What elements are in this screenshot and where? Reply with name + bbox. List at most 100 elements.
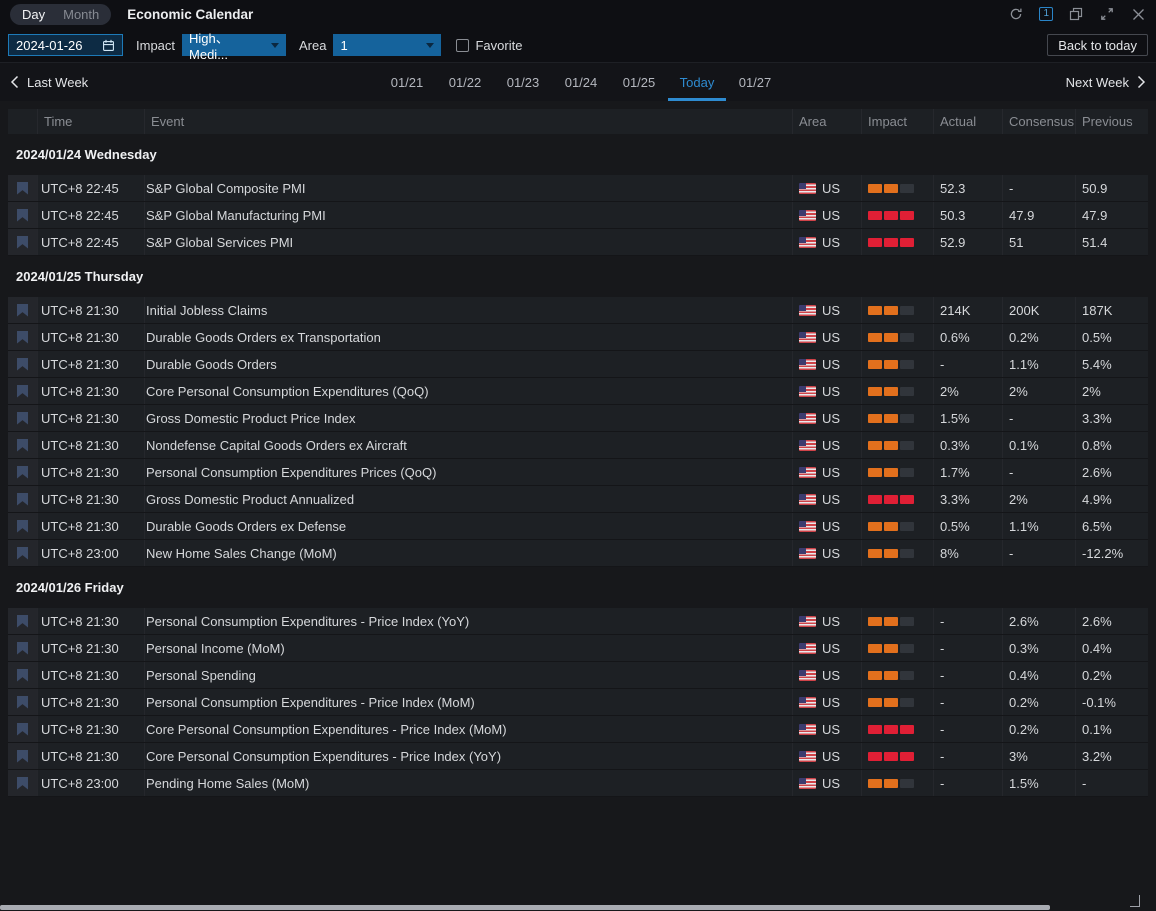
favorite-checkbox[interactable] <box>456 39 469 52</box>
bookmark-icon[interactable] <box>17 615 28 628</box>
day-tab-01-25[interactable]: 01/25 <box>610 63 668 101</box>
event-row[interactable]: UTC+8 23:00Pending Home Sales (MoM)US-1.… <box>8 770 1148 797</box>
impact-bar <box>868 414 882 423</box>
bookmark-cell <box>8 324 38 350</box>
event-row[interactable]: UTC+8 21:30Durable Goods OrdersUS-1.1%5.… <box>8 351 1148 378</box>
bookmark-icon[interactable] <box>17 304 28 317</box>
back-to-today-button[interactable]: Back to today <box>1047 34 1148 56</box>
date-picker[interactable]: 2024-01-26 <box>8 34 123 56</box>
area-dropdown[interactable]: 1 <box>333 34 441 56</box>
event-row[interactable]: UTC+8 21:30Personal Consumption Expendit… <box>8 459 1148 486</box>
impact-bar <box>868 644 882 653</box>
day-tab-01-24[interactable]: 01/24 <box>552 63 610 101</box>
day-tab-today[interactable]: Today <box>668 63 726 101</box>
table-body: 2024/01/24 WednesdayUTC+8 22:45S&P Globa… <box>8 134 1148 797</box>
impact-bar <box>884 617 898 626</box>
event-row[interactable]: UTC+8 22:45S&P Global Services PMIUS52.9… <box>8 229 1148 256</box>
us-flag-icon <box>799 386 816 397</box>
us-flag-icon <box>799 210 816 221</box>
impact-bar <box>900 725 914 734</box>
close-icon[interactable] <box>1130 6 1146 22</box>
day-tab-01-22[interactable]: 01/22 <box>436 63 494 101</box>
cell-time: UTC+8 21:30 <box>38 716 145 742</box>
bookmark-icon[interactable] <box>17 439 28 452</box>
event-row[interactable]: UTC+8 21:30Personal SpendingUS-0.4%0.2% <box>8 662 1148 689</box>
bookmark-icon[interactable] <box>17 236 28 249</box>
cell-previous: 5.4% <box>1076 351 1148 377</box>
horizontal-scrollbar[interactable] <box>0 905 1050 910</box>
bookmark-icon[interactable] <box>17 777 28 790</box>
impact-bar <box>884 468 898 477</box>
event-row[interactable]: UTC+8 22:45S&P Global Manufacturing PMIU… <box>8 202 1148 229</box>
bookmark-icon[interactable] <box>17 209 28 222</box>
cell-time: UTC+8 21:30 <box>38 486 145 512</box>
cell-consensus: 0.1% <box>1003 432 1076 458</box>
cell-actual: 0.3% <box>934 432 1003 458</box>
bookmark-icon[interactable] <box>17 642 28 655</box>
impact-dropdown[interactable]: High、Medi... <box>182 34 286 56</box>
bookmark-icon[interactable] <box>17 493 28 506</box>
col-previous: Previous <box>1076 109 1148 134</box>
last-week-button[interactable]: Last Week <box>10 63 88 101</box>
bookmark-icon[interactable] <box>17 385 28 398</box>
bookmark-icon[interactable] <box>17 669 28 682</box>
bookmark-icon[interactable] <box>17 358 28 371</box>
us-flag-icon <box>799 521 816 532</box>
impact-medium-indicator <box>868 387 914 396</box>
event-row[interactable]: UTC+8 21:30Gross Domestic Product Annual… <box>8 486 1148 513</box>
area-label: Area <box>299 38 326 53</box>
tab-day[interactable]: Day <box>13 4 54 25</box>
economic-calendar-window: Day Month Economic Calendar 1 2024-01-26 <box>0 0 1156 911</box>
impact-value: High、Medi... <box>189 28 265 62</box>
event-row[interactable]: UTC+8 21:30Personal Consumption Expendit… <box>8 608 1148 635</box>
refresh-icon[interactable] <box>1008 6 1024 22</box>
bookmark-icon[interactable] <box>17 750 28 763</box>
day-tab-01-21[interactable]: 01/21 <box>378 63 436 101</box>
cell-actual: - <box>934 351 1003 377</box>
cell-impact <box>862 743 934 769</box>
cell-previous: 47.9 <box>1076 202 1148 228</box>
event-row[interactable]: UTC+8 21:30Durable Goods Orders ex Trans… <box>8 324 1148 351</box>
bookmark-icon[interactable] <box>17 696 28 709</box>
date-group-header: 2024/01/25 Thursday <box>8 256 1148 297</box>
day-tab-01-27[interactable]: 01/27 <box>726 63 784 101</box>
event-row[interactable]: UTC+8 21:30Initial Jobless ClaimsUS214K2… <box>8 297 1148 324</box>
event-row[interactable]: UTC+8 23:00New Home Sales Change (MoM)US… <box>8 540 1148 567</box>
bookmark-icon[interactable] <box>17 412 28 425</box>
bookmark-icon[interactable] <box>17 547 28 560</box>
cell-consensus: 1.1% <box>1003 513 1076 539</box>
cell-event: Pending Home Sales (MoM) <box>145 770 793 796</box>
event-row[interactable]: UTC+8 21:30Personal Income (MoM)US-0.3%0… <box>8 635 1148 662</box>
bookmark-icon[interactable] <box>17 466 28 479</box>
impact-medium-indicator <box>868 698 914 707</box>
bookmark-icon[interactable] <box>17 723 28 736</box>
event-row[interactable]: UTC+8 21:30Core Personal Consumption Exp… <box>8 378 1148 405</box>
cell-actual: 0.6% <box>934 324 1003 350</box>
impact-bar <box>900 698 914 707</box>
event-row[interactable]: UTC+8 21:30Core Personal Consumption Exp… <box>8 716 1148 743</box>
cell-actual: 2% <box>934 378 1003 404</box>
bookmark-icon[interactable] <box>17 331 28 344</box>
next-week-button[interactable]: Next Week <box>1066 63 1146 101</box>
event-row[interactable]: UTC+8 21:30Nondefense Capital Goods Orde… <box>8 432 1148 459</box>
cell-area: US <box>793 175 862 201</box>
bookmark-icon[interactable] <box>17 520 28 533</box>
event-row[interactable]: UTC+8 21:30Gross Domestic Product Price … <box>8 405 1148 432</box>
expand-icon[interactable] <box>1099 6 1115 22</box>
event-row[interactable]: UTC+8 22:45S&P Global Composite PMIUS52.… <box>8 175 1148 202</box>
event-row[interactable]: UTC+8 21:30Durable Goods Orders ex Defen… <box>8 513 1148 540</box>
panel-count-badge[interactable]: 1 <box>1039 7 1053 21</box>
col-impact: Impact <box>862 109 934 134</box>
favorite-label: Favorite <box>475 38 522 53</box>
bookmark-icon[interactable] <box>17 182 28 195</box>
event-row[interactable]: UTC+8 21:30Core Personal Consumption Exp… <box>8 743 1148 770</box>
restore-window-icon[interactable] <box>1068 6 1084 22</box>
day-tab-01-23[interactable]: 01/23 <box>494 63 552 101</box>
impact-high-indicator <box>868 725 914 734</box>
cell-previous: 2% <box>1076 378 1148 404</box>
impact-bar <box>884 752 898 761</box>
cell-event: Personal Consumption Expenditures Prices… <box>145 459 793 485</box>
cell-previous: 0.5% <box>1076 324 1148 350</box>
tab-month[interactable]: Month <box>54 4 108 25</box>
event-row[interactable]: UTC+8 21:30Personal Consumption Expendit… <box>8 689 1148 716</box>
